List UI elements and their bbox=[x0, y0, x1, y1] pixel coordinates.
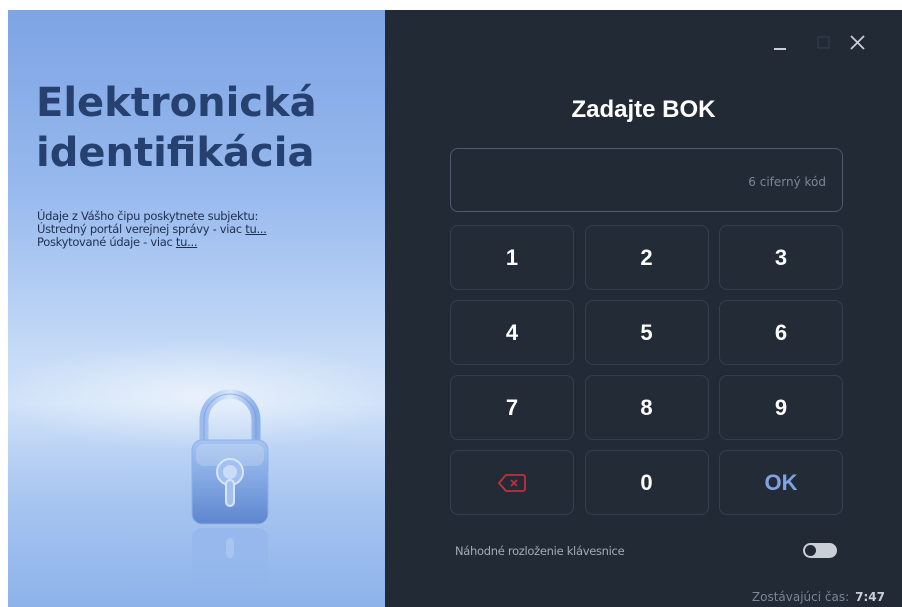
keypad: 1 2 3 4 5 6 7 8 9 0 OK bbox=[450, 225, 843, 515]
padlock-icon bbox=[191, 389, 269, 598]
provided-data-link[interactable]: tu... bbox=[176, 235, 198, 249]
pin-panel: Zadajte BOK 1 2 3 4 5 6 7 8 9 0 OK Náhod bbox=[385, 10, 902, 607]
minimize-button[interactable] bbox=[769, 32, 791, 54]
info-data-text: Poskytované údaje - viac bbox=[37, 235, 176, 249]
timer-label: Zostávajúci čas: bbox=[751, 590, 850, 604]
info-data-line: Poskytované údaje - viac tu... bbox=[37, 236, 377, 249]
maximize-button[interactable] bbox=[813, 32, 835, 54]
random-layout-toggle[interactable] bbox=[803, 543, 837, 558]
key-7[interactable]: 7 bbox=[450, 375, 574, 440]
close-icon bbox=[850, 35, 865, 50]
maximize-icon bbox=[817, 36, 830, 49]
backspace-button[interactable] bbox=[450, 450, 574, 515]
close-button[interactable] bbox=[847, 32, 869, 54]
key-3[interactable]: 3 bbox=[719, 225, 843, 290]
backspace-icon bbox=[498, 473, 526, 492]
random-layout-label: Náhodné rozloženie klávesnice bbox=[455, 544, 625, 558]
page-title: Elektronická identifikácia bbox=[36, 78, 376, 178]
random-layout-row: Náhodné rozloženie klávesnice bbox=[455, 541, 840, 561]
remaining-time: Zostávajúci čas: 7:47 bbox=[752, 590, 885, 604]
key-1[interactable]: 1 bbox=[450, 225, 574, 290]
pin-input[interactable] bbox=[450, 148, 843, 212]
pin-heading: Zadajte BOK bbox=[571, 96, 716, 123]
toggle-knob bbox=[805, 545, 816, 556]
app-window: Elektronická identifikácia Údaje z Vášho… bbox=[8, 10, 902, 607]
key-8[interactable]: 8 bbox=[584, 375, 709, 440]
info-panel: Elektronická identifikácia Údaje z Vášho… bbox=[8, 10, 385, 607]
info-portal-text: Ústredný portál verejnej správy - viac bbox=[37, 222, 246, 236]
key-2[interactable]: 2 bbox=[584, 225, 709, 290]
key-9[interactable]: 9 bbox=[719, 375, 843, 440]
key-4[interactable]: 4 bbox=[450, 300, 574, 365]
minimize-icon bbox=[774, 48, 786, 50]
ok-button[interactable]: OK bbox=[719, 450, 843, 515]
portal-details-link[interactable]: tu... bbox=[245, 222, 267, 236]
title-line-2: identifikácia bbox=[36, 130, 315, 176]
timer-value: 7:47 bbox=[855, 590, 885, 604]
key-0[interactable]: 0 bbox=[584, 450, 709, 515]
info-text: Údaje z Vášho čipu poskytnete subjektu: … bbox=[37, 210, 377, 249]
key-6[interactable]: 6 bbox=[719, 300, 843, 365]
title-line-1: Elektronická bbox=[36, 80, 317, 126]
key-5[interactable]: 5 bbox=[584, 300, 709, 365]
